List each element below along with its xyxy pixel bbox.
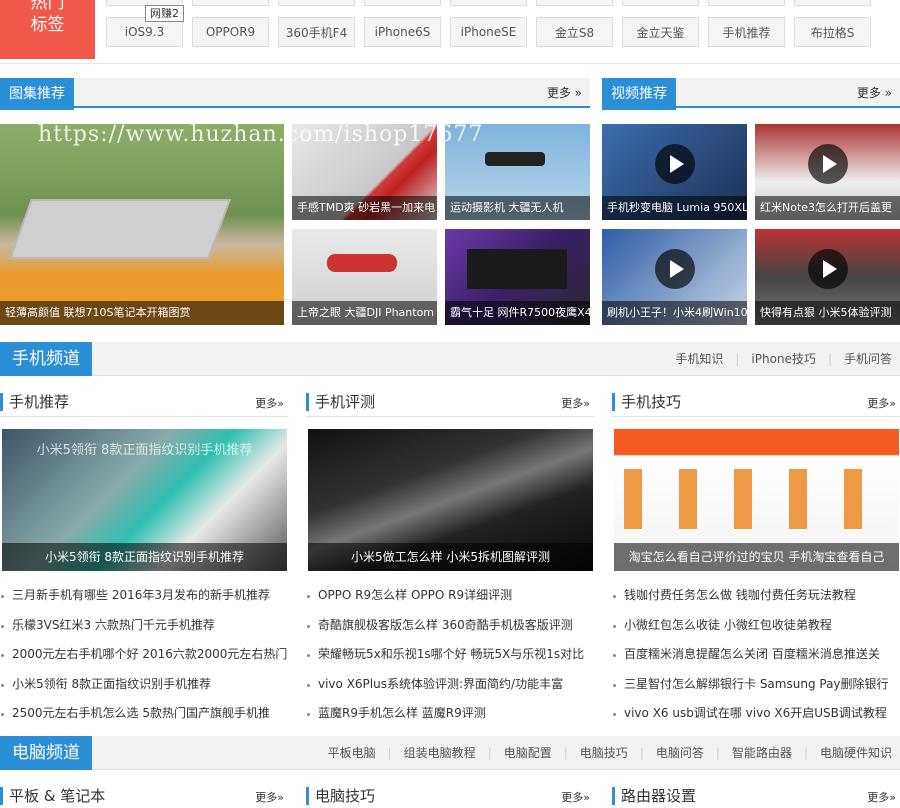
video-item-note3[interactable]: 红米Note3怎么打开后盖更 bbox=[755, 124, 900, 220]
list-item[interactable]: 蓝魔R9手机怎么样 蓝魔R9评测 bbox=[306, 699, 594, 729]
video-item-win10[interactable]: 刷机小王子！小米4刷Win10 bbox=[602, 229, 747, 325]
tablet-laptop-more[interactable]: 更多» bbox=[255, 789, 284, 805]
drone-image bbox=[485, 152, 545, 166]
tooltip: 网赚2 bbox=[145, 5, 184, 22]
video-item-lumia[interactable]: 手机秒变电脑 Lumia 950XL bbox=[602, 124, 747, 220]
list-item[interactable]: 乐檬3VS红米3 六款热门千元手机推荐 bbox=[0, 611, 288, 641]
link-pc-config[interactable]: 电脑配置 bbox=[504, 736, 552, 770]
link-hardware[interactable]: 电脑硬件知识 bbox=[820, 736, 892, 770]
play-icon bbox=[807, 249, 848, 290]
video-more-link[interactable]: 更多 » bbox=[857, 78, 892, 108]
hot-tags-label: 热门 标签 bbox=[0, 0, 95, 59]
list-item[interactable]: 2500元左右手机怎么选 5款热门国产旗舰手机推 bbox=[0, 699, 288, 729]
phone-recommend-list: 三月新手机有哪些 2016年3月发布的新手机推荐 乐檬3VS红米3 六款热门千元… bbox=[0, 581, 288, 729]
phone-review-header: 手机评测 更多» bbox=[306, 387, 594, 417]
tag-prague-s[interactable]: 布拉格S bbox=[794, 17, 871, 47]
phone-recommend-more[interactable]: 更多» bbox=[255, 395, 284, 411]
video-header: 视频推荐 更多 » bbox=[602, 78, 900, 110]
tag-360-f4[interactable]: 360手机F4 bbox=[278, 17, 355, 47]
list-item[interactable]: 小米5领衔 8款正面指纹识别手机推荐 bbox=[0, 670, 288, 700]
phone-review-list: OPPO R9怎么样 OPPO R9详细评测 奇酷旗舰极客版怎么样 360奇酷手… bbox=[306, 581, 594, 729]
video-item-mi5[interactable]: 快得有点狠 小米5体验评测 bbox=[755, 229, 900, 325]
list-item[interactable]: 奇酷旗舰极客版怎么样 360奇酷手机极客版评测 bbox=[306, 611, 594, 641]
list-item[interactable]: 2000元左右手机哪个好 2016六款2000元左右热门 bbox=[0, 640, 288, 670]
app-screenshot-image bbox=[624, 469, 889, 529]
router-setup-more[interactable]: 更多» bbox=[867, 789, 896, 805]
link-tablet[interactable]: 平板电脑 bbox=[328, 736, 376, 770]
hot-tags-section: 热门 标签 网赚2 iOS9.3 OPPOR9 360手机F4 iPhone6S… bbox=[0, 0, 900, 64]
phone-channel-links: 手机知识 | iPhone技巧 | 手机问答 bbox=[675, 342, 892, 376]
list-item[interactable]: vivo X6 usb调试在哪 vivo X6开启USB调试教程 bbox=[612, 699, 900, 729]
watermark: https://www.huzhan.com/ishop17677 bbox=[38, 122, 484, 147]
phone-review-more[interactable]: 更多» bbox=[561, 395, 590, 411]
phone-tips-feature[interactable]: 淘宝怎么看自己评价过的宝贝 手机淘宝查看自己 bbox=[614, 429, 899, 571]
list-item[interactable]: 钱咖付费任务怎么做 钱咖付费任务玩法教程 bbox=[612, 581, 900, 611]
tag-phone-recommend[interactable]: 手机推荐 bbox=[708, 17, 785, 47]
link-phone-qa[interactable]: 手机问答 bbox=[844, 342, 892, 376]
tag-iphone6s[interactable]: iPhone6S bbox=[364, 17, 441, 47]
link-phone-knowledge[interactable]: 手机知识 bbox=[675, 342, 723, 376]
link-assembly[interactable]: 组装电脑教程 bbox=[404, 736, 476, 770]
tag-jinli-tianjian[interactable]: 金立天鉴 bbox=[622, 17, 699, 47]
phone-tips-more[interactable]: 更多» bbox=[867, 395, 896, 411]
phone-review-feature[interactable]: 小米5做工怎么样 小米5拆机图解评测 bbox=[308, 429, 593, 571]
pc-channel-title: 电脑频道 bbox=[0, 736, 92, 770]
laptop-image bbox=[9, 199, 231, 259]
router-setup-header: 路由器设置 更多» bbox=[612, 781, 900, 808]
list-item[interactable]: 三星智付怎么解绑银行卡 Samsung Pay删除银行 bbox=[612, 670, 900, 700]
gallery-item-laptop[interactable]: 轻薄高颜值 联想710S笔记本开箱图赏 bbox=[0, 124, 284, 325]
list-item[interactable]: vivo X6Plus系统体验评测:界面简约/功能丰富 bbox=[306, 670, 594, 700]
phone-channel-header: 手机频道 手机知识 | iPhone技巧 | 手机问答 bbox=[0, 342, 900, 376]
list-item[interactable]: 荣耀畅玩5x和乐视1s哪个好 畅玩5X与乐视1s对比 bbox=[306, 640, 594, 670]
link-smart-router[interactable]: 智能路由器 bbox=[732, 736, 792, 770]
gallery-title: 图集推荐 bbox=[0, 78, 74, 110]
list-item[interactable]: 小微红包怎么收徒 小微红包收徒弟教程 bbox=[612, 611, 900, 641]
list-item[interactable]: OPPO R9怎么样 OPPO R9详细评测 bbox=[306, 581, 594, 611]
video-title: 视频推荐 bbox=[602, 78, 676, 110]
play-icon bbox=[654, 249, 695, 290]
link-pc-tips[interactable]: 电脑技巧 bbox=[580, 736, 628, 770]
tag-iphonese[interactable]: iPhoneSE bbox=[450, 17, 527, 47]
gallery-header: 图集推荐 更多 » bbox=[0, 78, 590, 110]
tag-oppor9[interactable]: OPPOR9 bbox=[192, 17, 269, 47]
gallery-item-router[interactable]: 霸气十足 网件R7500夜鹰X4 bbox=[445, 229, 590, 325]
phone-recommend-header: 手机推荐 更多» bbox=[0, 387, 288, 417]
pc-tips-more[interactable]: 更多» bbox=[561, 789, 590, 805]
gallery-more-link[interactable]: 更多 » bbox=[547, 78, 582, 108]
router-image bbox=[467, 249, 567, 289]
list-item[interactable]: 三月新手机有哪些 2016年3月发布的新手机推荐 bbox=[0, 581, 288, 611]
phone-tips-list: 钱咖付费任务怎么做 钱咖付费任务玩法教程 小微红包怎么收徒 小微红包收徒弟教程 … bbox=[612, 581, 900, 729]
play-icon bbox=[807, 144, 848, 185]
phone-channel-title: 手机频道 bbox=[0, 342, 92, 376]
phone-tips-header: 手机技巧 更多» bbox=[612, 387, 900, 417]
pc-channel-header: 电脑频道 平板电脑 | 组装电脑教程 | 电脑配置 | 电脑技巧 | 电脑问答 | 智能路… bbox=[0, 736, 900, 770]
gallery-item-phantom[interactable]: 上帝之眼 大疆DJI Phantom bbox=[292, 229, 437, 325]
phone-recommend-feature[interactable]: 小米5领衔 8款正面指纹识别手机推荐 小米5领衔 8款正面指纹识别手机推荐 bbox=[2, 429, 287, 571]
link-iphone-tips[interactable]: iPhone技巧 bbox=[751, 342, 816, 376]
tablet-laptop-header: 平板 & 笔记本 更多» bbox=[0, 781, 288, 808]
pc-tips-header: 电脑技巧 更多» bbox=[306, 781, 594, 808]
phantom-image bbox=[327, 254, 397, 272]
tag-row-top bbox=[106, 0, 900, 6]
play-icon bbox=[654, 144, 695, 185]
tag-row: iOS9.3 OPPOR9 360手机F4 iPhone6S iPhoneSE … bbox=[106, 17, 900, 47]
link-pc-qa[interactable]: 电脑问答 bbox=[656, 736, 704, 770]
tag-jinli-s8[interactable]: 金立S8 bbox=[536, 17, 613, 47]
list-item[interactable]: 百度糯米消息提醒怎么关闭 百度糯米消息推送关 bbox=[612, 640, 900, 670]
pc-channel-links: 平板电脑 | 组装电脑教程 | 电脑配置 | 电脑技巧 | 电脑问答 | 智能路由器 | 电… bbox=[328, 736, 892, 770]
